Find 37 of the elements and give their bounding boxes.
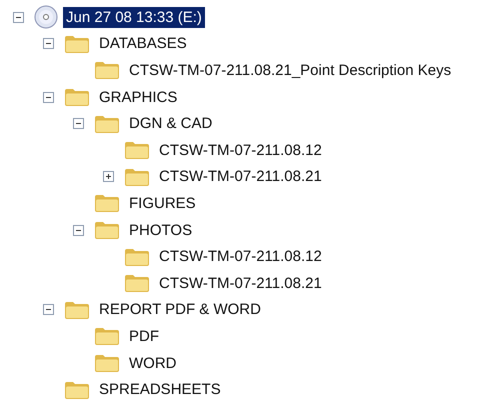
tree-item[interactable]: WORD (126, 352, 180, 374)
expand-icon[interactable] (103, 171, 114, 182)
tree-item[interactable]: CTSW-TM-07-211.08.21 (156, 272, 325, 294)
folder-icon (64, 380, 90, 400)
folder-icon (64, 34, 90, 54)
tree-item[interactable]: CTSW-TM-07-211.08.12 (156, 140, 325, 161)
collapse-icon[interactable] (13, 12, 24, 23)
folder-icon (124, 166, 150, 187)
folder-icon (124, 246, 150, 267)
folder-icon (124, 140, 150, 160)
tree-item[interactable]: PHOTOS (126, 220, 196, 241)
tree-item[interactable]: CTSW-TM-07-211.08.21_Point Description Keys (126, 60, 454, 81)
tree-item[interactable]: FIGURES (126, 192, 199, 214)
folder-icon (64, 87, 90, 108)
collapse-icon[interactable] (43, 38, 54, 50)
tree-item[interactable]: Jun 27 08 13:33 (E:) (63, 6, 205, 28)
folder-icon (64, 300, 90, 320)
collapse-icon[interactable] (73, 118, 84, 130)
tree-item[interactable]: DATABASES (96, 33, 190, 54)
disc-icon (34, 5, 58, 30)
tree-item[interactable]: REPORT PDF & WORD (96, 299, 264, 320)
tree-item[interactable]: CTSW-TM-07-211.08.21 (156, 166, 325, 188)
folder-icon (94, 326, 120, 346)
tree-item[interactable]: DGN & CAD (126, 113, 216, 134)
tree-item[interactable]: PDF (126, 326, 162, 347)
collapse-icon[interactable] (43, 304, 54, 316)
tree-item[interactable]: GRAPHICS (96, 86, 180, 108)
folder-icon (94, 114, 120, 134)
tree-item[interactable]: SPREADSHEETS (96, 379, 224, 400)
folder-icon (94, 220, 120, 240)
folder-icon (94, 60, 120, 80)
folder-icon (124, 273, 150, 294)
tree-item[interactable]: CTSW-TM-07-211.08.12 (156, 246, 325, 268)
folder-icon (94, 193, 120, 214)
folder-icon (94, 353, 120, 374)
collapse-icon[interactable] (43, 92, 54, 103)
collapse-icon[interactable] (73, 224, 84, 236)
